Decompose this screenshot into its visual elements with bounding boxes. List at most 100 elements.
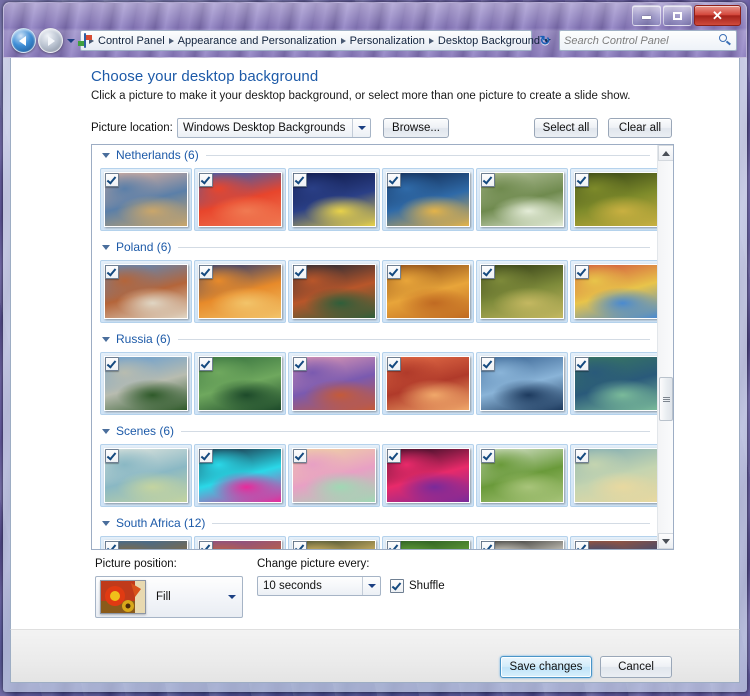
thumbnail-checkbox[interactable] [481,449,495,463]
picture-thumbnail[interactable] [382,352,474,415]
picture-thumbnail[interactable] [570,260,662,323]
breadcrumb-desktop-background[interactable]: Desktop Background [435,34,543,48]
address-bar[interactable]: Control Panel Appearance and Personaliza… [78,30,552,51]
thumbnail-checkbox[interactable] [199,449,213,463]
thumbnail-checkbox[interactable] [105,357,119,371]
thumbnail-checkbox[interactable] [199,541,213,549]
breadcrumb-appearance[interactable]: Appearance and Personalization [175,34,340,48]
picture-thumbnail[interactable] [382,444,474,507]
picture-thumbnail[interactable] [194,168,286,231]
picture-thumbnail[interactable] [476,168,568,231]
picture-thumbnail[interactable] [100,444,192,507]
picture-thumbnail[interactable] [476,352,568,415]
picture-thumbnail[interactable] [476,444,568,507]
picture-location-dropdown[interactable]: Windows Desktop Backgrounds [177,118,371,138]
thumbnail-checkbox[interactable] [293,357,307,371]
picture-thumbnail[interactable] [194,260,286,323]
picture-thumbnail[interactable] [194,536,286,549]
change-picture-interval-dropdown[interactable]: 10 seconds [257,576,381,596]
thumbnail-checkbox[interactable] [293,173,307,187]
minimize-button[interactable] [632,5,661,26]
thumbnail-checkbox[interactable] [481,173,495,187]
thumbnail-checkbox[interactable] [481,357,495,371]
picture-thumbnail[interactable] [100,536,192,549]
thumbnail-checkbox[interactable] [481,265,495,279]
group-header-poland[interactable]: Poland (6) [92,237,658,257]
picture-thumbnail[interactable] [288,352,380,415]
vertical-scrollbar[interactable] [657,145,673,549]
picture-thumbnail[interactable] [288,168,380,231]
thumbnail-checkbox[interactable] [105,449,119,463]
thumbnail-checkbox[interactable] [575,449,589,463]
search-box[interactable]: Search Control Panel [559,30,737,51]
thumbnail-checkbox[interactable] [105,173,119,187]
thumbnail-checkbox[interactable] [105,541,119,549]
picture-thumbnail[interactable] [100,352,192,415]
thumbnail-checkbox[interactable] [293,541,307,549]
history-dropdown-button[interactable] [65,38,77,43]
thumbnail-checkbox[interactable] [293,265,307,279]
scrollbar-thumb[interactable] [659,377,673,421]
picture-thumbnail[interactable] [194,444,286,507]
picture-thumbnail[interactable] [288,444,380,507]
thumbnail-checkbox[interactable] [199,265,213,279]
thumbnail-checkbox[interactable] [575,541,589,549]
scroll-down-button[interactable] [658,533,673,549]
group-header-scenes[interactable]: Scenes (6) [92,421,658,441]
picture-thumbnail[interactable] [100,168,192,231]
thumbnail-checkbox[interactable] [575,173,589,187]
picture-thumbnail[interactable] [570,168,662,231]
back-button[interactable] [11,28,36,53]
thumbnail-checkbox[interactable] [387,265,401,279]
thumbnail-checkbox[interactable] [105,265,119,279]
picture-thumbnail[interactable] [476,536,568,549]
thumbnail-checkbox[interactable] [575,265,589,279]
thumbnail-checkbox[interactable] [575,357,589,371]
dropdown-arrow-button[interactable] [352,119,370,137]
browse-button[interactable]: Browse... [383,118,449,138]
maximize-button[interactable] [663,5,692,26]
picture-thumbnail[interactable] [288,260,380,323]
picture-thumbnail[interactable] [100,260,192,323]
thumbnail-checkbox[interactable] [387,173,401,187]
thumbnail-checkbox[interactable] [387,357,401,371]
shuffle-checkbox-row[interactable]: Shuffle [390,579,445,593]
thumbnail-checkbox[interactable] [387,449,401,463]
picture-thumbnail[interactable] [382,536,474,549]
picture-thumbnail[interactable] [382,168,474,231]
change-picture-label: Change picture every: [257,558,370,570]
picture-thumbnail[interactable] [382,260,474,323]
picture-thumbnail[interactable] [194,352,286,415]
select-all-button[interactable]: Select all [534,118,598,138]
picture-position-dropdown[interactable]: Fill [95,576,243,618]
dropdown-arrow-button[interactable] [222,577,242,617]
refresh-button[interactable]: ↻ [535,31,555,51]
picture-thumbnail[interactable] [570,352,662,415]
forward-button[interactable] [38,28,63,53]
thumbnail-checkbox[interactable] [293,449,307,463]
breadcrumb-personalization[interactable]: Personalization [347,34,428,48]
group-header-netherlands[interactable]: Netherlands (6) [92,145,658,165]
picture-thumbnail[interactable] [570,536,662,549]
thumbnail-checkbox[interactable] [387,541,401,549]
group-header-russia[interactable]: Russia (6) [92,329,658,349]
breadcrumb-control-panel[interactable]: Control Panel [95,34,168,48]
thumbnail-checkbox[interactable] [199,357,213,371]
clear-all-button[interactable]: Clear all [608,118,672,138]
cancel-button[interactable]: Cancel [600,656,672,678]
picture-thumbnail[interactable] [288,536,380,549]
thumbnail-checkbox[interactable] [199,173,213,187]
picture-list-pane[interactable]: Netherlands (6) Poland (6) Russia (6) Scene… [91,144,674,550]
shuffle-checkbox[interactable] [390,579,404,593]
search-input-placeholder[interactable]: Search Control Panel [564,35,719,47]
scroll-up-button[interactable] [658,145,673,161]
dropdown-arrow-button[interactable] [362,577,380,595]
picture-location-label: Picture location: [91,122,173,134]
group-header-south-africa[interactable]: South Africa (12) [92,513,658,533]
close-button[interactable]: ✕ [694,5,741,26]
picture-thumbnail[interactable] [570,444,662,507]
save-changes-button[interactable]: Save changes [500,656,592,678]
picture-thumbnail[interactable] [476,260,568,323]
thumbnail-checkbox[interactable] [481,541,495,549]
picture-group: South Africa (12) [92,513,662,549]
